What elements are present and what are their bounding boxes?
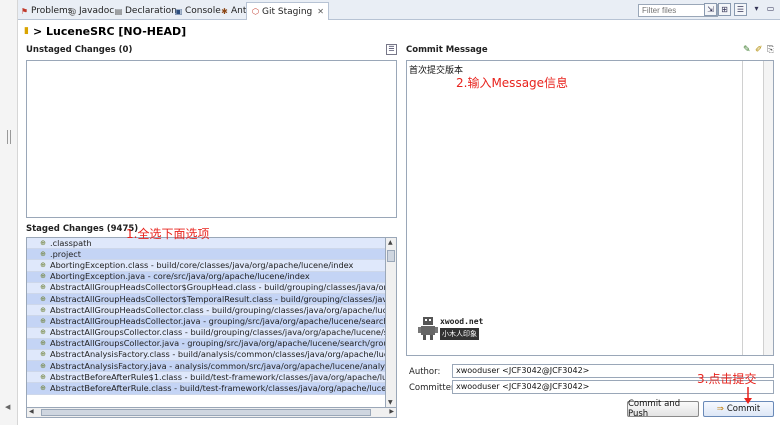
scroll-down-icon[interactable]: ▼ (388, 399, 393, 406)
staged-file-label: AbortingException.java - core/src/java/o… (50, 271, 310, 282)
staged-file-label: .classpath (50, 238, 92, 248)
staged-file-icon: ⊕ (40, 350, 46, 359)
staged-files-list[interactable]: ⊕ .classpath ⊕ .project ⊕ AbortingException.c… (26, 237, 386, 408)
staged-file-label: .project (50, 249, 82, 259)
compare-mode-icon[interactable]: ⊞ (718, 3, 731, 16)
list-item[interactable]: ⊕ AbstractBeforeAfterRule$1.class - build… (27, 372, 385, 384)
author-label: Author: (409, 367, 441, 377)
amend-commit-icon[interactable]: ✐ (755, 45, 763, 55)
tab-ant[interactable]: ✱ Ant (220, 3, 246, 19)
list-item[interactable]: ⊕ AbstractAllGroupsCollector.java - group… (27, 338, 385, 350)
annotation-select-all: 1.全选下面选项 (126, 227, 210, 241)
staged-file-label: AbstractAllGroupHeadsCollector$GroupHead… (50, 282, 385, 293)
staged-file-icon: ⊕ (40, 384, 46, 393)
staged-file-icon: ⊕ (40, 283, 46, 292)
commit-icon: ⇒ (716, 404, 724, 414)
staged-file-label: AbstractAnalysisFactory.java - analysis/… (50, 361, 385, 371)
message-vertical-scrollbar[interactable] (763, 61, 773, 355)
unstaged-files-list[interactable] (26, 60, 397, 218)
ant-icon: ✱ (221, 6, 228, 16)
staged-file-icon: ⊕ (40, 260, 46, 269)
list-item[interactable]: ⊕ AbortingException.java - core/src/java/… (27, 271, 385, 283)
staged-changes-header: Staged Changes (9475) (26, 224, 139, 234)
hscroll-thumb[interactable] (41, 409, 371, 416)
list-item[interactable]: ⊕ .project (27, 249, 385, 261)
staged-file-icon: ⊕ (40, 339, 46, 348)
staged-file-icon: ⊕ (40, 249, 46, 258)
commit-message-editor[interactable]: 首次提交版本 (406, 60, 774, 356)
list-item[interactable]: ⊕ AbstractAllGroupHeadsCollector$GroupHea… (27, 282, 385, 294)
list-item[interactable]: ⊕ AbstractAllGroupHeadsCollector$Temporal… (27, 293, 385, 306)
staged-file-label: AbortingException.class - build/core/cla… (50, 260, 354, 270)
dropdown-menu-icon[interactable]: ▾ (750, 3, 763, 16)
staged-file-label: AbstractAllGroupsCollector.class - build… (50, 327, 385, 338)
robot-logo-icon (418, 317, 438, 340)
list-item[interactable]: ⊕ AbstractAllGroupsCollector.class - buil… (27, 327, 385, 339)
tab-declaration[interactable]: ▤ Declaration (114, 3, 177, 19)
staged-file-icon: ⊕ (40, 305, 46, 314)
staged-file-icon: ⊕ (40, 238, 46, 247)
tree-mode-icon[interactable]: ☰ (386, 44, 397, 55)
staged-file-label: AbstractBeforeAfterRule.class - build/te… (50, 383, 385, 394)
commit-message-header: Commit Message (406, 45, 488, 55)
commit-button[interactable]: ⇒ Commit (703, 401, 774, 417)
view-menu-icon[interactable]: ⇲ (704, 3, 717, 16)
staged-file-label: AbstractAllGroupHeadsCollector$TemporalR… (50, 293, 385, 304)
staged-file-label: AbstractAllGroupHeadsCollector.java - gr… (50, 316, 385, 326)
javadoc-icon: @ (68, 6, 77, 16)
add-signed-off-icon[interactable]: ✎ (743, 45, 751, 55)
staged-file-label: AbstractBeforeAfterRule$1.class - build/… (50, 372, 385, 382)
console-icon: ▣ (174, 6, 183, 16)
margin-ruler (742, 61, 743, 355)
left-trim-bar: ◀ (0, 0, 18, 425)
tab-problems[interactable]: ⚑ Problems (20, 3, 73, 19)
staged-file-icon: ⊕ (40, 328, 46, 337)
commit-and-push-button[interactable]: Commit and Push (627, 399, 699, 419)
committer-label: Committer: (409, 383, 458, 393)
list-item[interactable]: ⊕ AbstractAllGroupHeadsCollector.java - g… (27, 316, 385, 328)
unstaged-changes-header: Unstaged Changes (0) (26, 45, 133, 55)
declaration-icon: ▤ (114, 6, 123, 16)
commit-message-text[interactable]: 首次提交版本 (409, 63, 463, 76)
scroll-thumb[interactable] (387, 250, 395, 262)
staged-vertical-scrollbar[interactable]: ▲ ▼ (386, 237, 397, 408)
list-item[interactable]: ⊕ AbstractAnalysisFactory.java - analysis… (27, 361, 385, 373)
staged-file-label: AbstractAnalysisFactory.class - build/an… (50, 349, 385, 360)
minimize-icon[interactable]: ▭ (764, 3, 777, 16)
staged-file-icon: ⊕ (40, 272, 46, 281)
annotation-click-commit: 3.点击提交 (697, 372, 757, 386)
staged-file-icon: ⊕ (40, 294, 46, 303)
tab-javadoc[interactable]: @ Javadoc (68, 3, 115, 19)
logo-sub-text: 小木人印象 (440, 328, 479, 340)
scroll-left-icon[interactable]: ◀ (29, 408, 34, 415)
staged-file-icon: ⊕ (40, 361, 46, 370)
repository-icon: ▮ (24, 26, 29, 36)
list-item[interactable]: ⊕ AbortingException.class - build/core/cl… (27, 260, 385, 272)
presentation-icon[interactable]: ☰ (734, 3, 747, 16)
tab-console[interactable]: ▣ Console (174, 3, 221, 19)
close-icon[interactable]: ✕ (317, 7, 324, 16)
staged-file-label: AbstractAllGroupHeadsCollector.class - b… (50, 305, 385, 315)
list-item[interactable]: ⊕ AbstractAllGroupHeadsCollector.class - … (27, 305, 385, 317)
git-staging-icon: ⬡ (252, 7, 259, 16)
annotation-enter-message: 2.输入Message信息 (456, 76, 569, 90)
tab-git-staging[interactable]: ⬡ Git Staging ✕ (246, 2, 329, 20)
scroll-right-icon[interactable]: ▶ (389, 408, 394, 415)
problems-icon: ⚑ (20, 6, 29, 16)
change-id-icon[interactable]: ⎘ (767, 45, 774, 55)
annotation-arrow-icon (744, 387, 752, 404)
staged-horizontal-scrollbar[interactable]: ◀ ▶ (26, 408, 397, 418)
logo-brand-text: xwood.net (440, 317, 484, 326)
staged-file-icon: ⊕ (40, 372, 46, 381)
list-item[interactable]: ⊕ AbstractBeforeAfterRule.class - build/t… (27, 383, 385, 395)
scroll-up-icon[interactable]: ▲ (388, 239, 393, 246)
view-tab-bar: ⚑ Problems @ Javadoc ▤ Declaration ▣ Con… (18, 0, 780, 20)
staged-file-label: AbstractAllGroupsCollector.java - groupi… (50, 338, 385, 349)
repository-title: ▮ > LuceneSRC [NO-HEAD] (24, 24, 187, 38)
staged-file-icon: ⊕ (40, 316, 46, 325)
collapse-arrow-icon[interactable]: ◀ (5, 403, 10, 411)
xwood-logo: xwood.net 小木人印象 (418, 316, 498, 342)
list-item[interactable]: ⊕ AbstractAnalysisFactory.class - build/a… (27, 349, 385, 362)
sash-handle[interactable] (7, 130, 11, 144)
